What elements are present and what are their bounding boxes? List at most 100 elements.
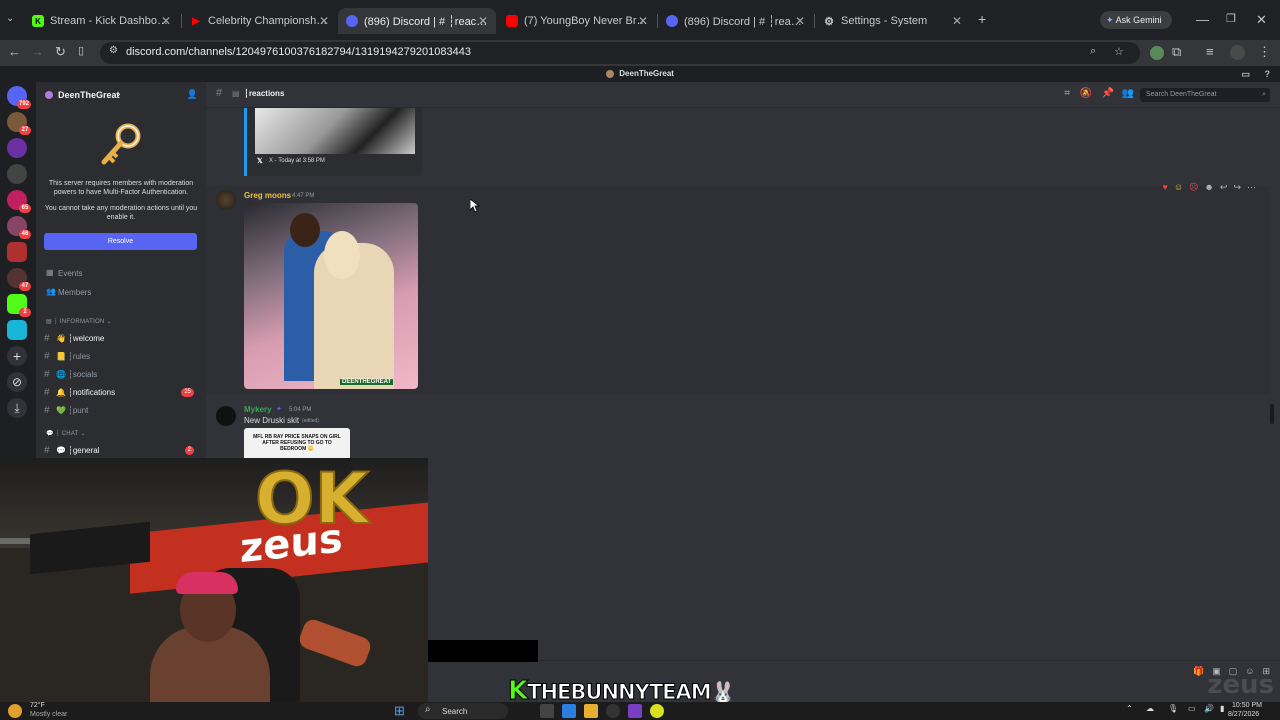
invite-icon[interactable]: 👤 [187,89,198,100]
close-tab-icon[interactable]: ✕ [478,14,488,28]
weather-temp[interactable]: 72°F [30,702,45,709]
channel-punt[interactable]: # 💚 ┆punt [44,403,198,417]
extension-icon[interactable] [1150,46,1164,60]
file-explorer-icon[interactable] [540,704,554,718]
tab-search-icon[interactable]: ⌄ [6,13,14,24]
minimize-icon[interactable]: — [1196,12,1209,27]
close-tab-icon[interactable]: ✕ [319,14,329,28]
message-greg[interactable]: Greg moons 4:47 PM DEENTHEGREAT ♥ ☺ ☹ ☻ … [206,182,1270,394]
taskbar-search[interactable]: ⌕ Search [418,703,508,719]
back-icon[interactable]: ← [8,44,21,59]
reply-icon[interactable]: ↩ [1220,182,1228,196]
scrollbar-thumb[interactable] [1270,404,1274,424]
side-panel-icon[interactable]: ▯ [78,44,84,57]
add-reaction-icon[interactable]: ☻ [1204,182,1213,196]
close-tab-icon[interactable]: ✕ [161,14,171,28]
heart-reaction-icon[interactable]: ♥ [1162,182,1167,196]
skull-reaction-icon[interactable]: ☹ [1189,182,1198,196]
pin-icon[interactable]: 📌 [1102,88,1114,99]
cloud-icon[interactable]: ☁ [1146,704,1154,713]
channel-general[interactable]: # 💬 ┆general 2 [44,443,198,457]
edge-icon[interactable] [562,704,576,718]
browser-tab-discord[interactable]: (896) Discord | # ┆reactions ✕ [658,8,813,34]
extensions-puzzle-icon[interactable]: ⧉ [1172,44,1181,60]
avatar[interactable] [216,190,236,210]
discover-icon[interactable]: ⊘ [7,372,27,392]
direct-messages-icon[interactable]: 792 [7,86,31,109]
media-controls-icon[interactable]: ≡ [1206,44,1214,59]
clock-time[interactable]: 10:50 PM [1232,702,1262,709]
events-link[interactable]: ▦ Events [36,268,206,280]
help-icon[interactable]: ? [1265,66,1271,82]
category-information[interactable]: ▤ ┆ INFORMATION ⌄ [46,318,112,325]
message-image[interactable]: DEENTHEGREAT [244,203,418,389]
browser-tab-discord-active[interactable]: (896) Discord | # ┆reactions ✕ [338,8,496,34]
server-icon[interactable] [7,320,27,340]
close-tab-icon[interactable]: ✕ [795,14,805,28]
server-icon[interactable]: 27 [7,112,31,135]
members-link[interactable]: 👥 Members [36,287,206,299]
windows-start-icon[interactable]: ⊞ [394,703,405,719]
channel-socials[interactable]: # 🌐 ┆socials [44,367,198,381]
address-bar[interactable]: ⚙ discord.com/channels/12049761003761827… [100,42,1140,64]
server-icon[interactable]: 2 [7,294,31,317]
message-author[interactable]: Greg moons [244,191,291,200]
channel-welcome[interactable]: # 👋 ┆welcome [44,331,198,345]
message-mykery[interactable]: Mykery ✦ 5:04 PM New Druski skit (edited… [206,400,1270,458]
site-info-icon[interactable]: ⚙ [109,45,118,56]
network-icon[interactable]: ▭ [1188,704,1196,713]
avatar[interactable] [216,406,236,426]
browser-menu-icon[interactable]: ⋮ [1258,44,1271,60]
app-icon[interactable] [650,704,664,718]
server-name-header[interactable]: DeenTheGreat ⌄ 👤 [36,82,206,108]
volume-icon[interactable]: 🔊 [1204,704,1214,713]
member-list-icon[interactable]: 👥 [1122,88,1134,99]
gift-icon[interactable]: 🎁 [1193,666,1204,677]
maximize-icon[interactable]: ❐ [1226,12,1236,25]
browser-tab-celebrity[interactable]: ▶ Celebrity Championship Box ✕ [182,8,337,34]
weather-icon[interactable] [8,704,22,718]
embed-image[interactable] [255,108,415,154]
message-image[interactable]: MFL RB RAY PRICE SNAPS ON GIRL AFTER REF… [244,428,350,458]
zoom-icon[interactable]: ⌕ [1090,45,1096,58]
browser-tab-youtube[interactable]: (7) YoungBoy Never Broke Aga ✕ [498,8,656,34]
server-icon[interactable] [7,242,27,262]
window-close-icon[interactable]: ✕ [1256,12,1267,28]
download-icon[interactable]: ⤓ [7,398,27,418]
category-chat[interactable]: 💬 ┆ CHAT ⌄ [46,430,86,437]
bookmark-star-icon[interactable]: ☆ [1114,45,1124,58]
reload-icon[interactable]: ↻ [55,44,66,60]
battery-icon[interactable]: ▮ [1220,704,1224,713]
more-options-icon[interactable]: ⋯ [1247,182,1256,196]
app-icon[interactable] [628,704,642,718]
laugh-reaction-icon[interactable]: ☺ [1174,182,1183,196]
ask-gemini-button[interactable]: ✦ Ask Gemini [1100,11,1172,29]
x-embed[interactable]: 𝕏 X - Today at 3:58 PM [244,108,422,176]
server-icon[interactable]: 65 [7,190,31,213]
new-tab-icon[interactable]: + [978,11,986,27]
browser-tab-kick[interactable]: K Stream - Kick Dashboard ✕ [24,8,179,34]
resolve-button[interactable]: Resolve [44,233,197,250]
close-tab-icon[interactable]: ✕ [638,14,648,28]
server-icon[interactable] [7,164,27,184]
notification-bell-icon[interactable]: 🔕 [1080,88,1092,99]
folder-icon[interactable] [584,704,598,718]
server-icon[interactable]: 47 [7,268,31,291]
server-icon[interactable]: 46 [7,216,31,239]
add-server-icon[interactable]: + [7,346,27,366]
threads-icon[interactable]: ⌗ [1064,88,1070,99]
chevron-up-icon[interactable]: ⌃ [1126,704,1133,713]
inbox-icon[interactable]: ▭ [1241,66,1250,82]
profile-avatar[interactable] [1230,45,1245,60]
message-author[interactable]: Mykery [244,405,272,414]
channel-rules[interactable]: # 📒 ┆rules [44,349,198,363]
forward-icon[interactable]: → [31,44,44,59]
server-icon[interactable] [7,138,27,158]
close-tab-icon[interactable]: ✕ [952,14,962,28]
obs-icon[interactable] [606,704,620,718]
browser-tab-settings[interactable]: ⚙ Settings - System ✕ [815,8,970,34]
search-input[interactable]: Search DeenTheGreat ⌕ [1140,88,1270,102]
channel-notifications[interactable]: # 🔔 ┆notifications 25 [44,385,198,399]
forward-icon[interactable]: ↪ [1233,182,1241,196]
microphone-icon[interactable]: 🎙 [1168,704,1178,713]
